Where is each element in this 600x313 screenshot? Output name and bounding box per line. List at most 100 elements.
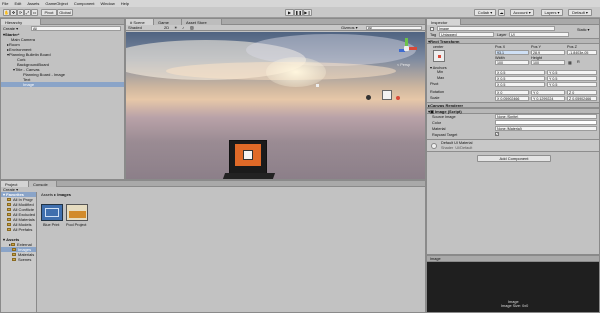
height-field[interactable]: 100: [531, 60, 565, 65]
layout-dropdown[interactable]: Default ▾: [568, 9, 592, 16]
menu-help[interactable]: Help: [121, 1, 129, 6]
layer-label: Layer: [497, 33, 507, 37]
material-sphere-icon: [431, 143, 437, 149]
step-button[interactable]: ▶❙: [303, 9, 312, 16]
object-name-input[interactable]: Image: [437, 26, 555, 31]
folder-icon: [12, 258, 16, 261]
light-gizmo-icon[interactable]: [382, 90, 392, 100]
scene-search-input[interactable]: All: [366, 25, 422, 30]
material-label: Material: [432, 127, 446, 131]
favorite-item[interactable]: All Prefabs: [7, 227, 32, 232]
tag-dropdown[interactable]: Untagged: [439, 32, 494, 37]
pivot-x[interactable]: X 0.5: [495, 82, 545, 87]
anchor-min-x[interactable]: X 0.5: [495, 70, 545, 75]
tab-console[interactable]: Console: [29, 181, 57, 187]
cloud-icon[interactable]: ☁: [498, 9, 505, 16]
rotation-y[interactable]: Y 0: [531, 90, 565, 95]
asset-thumbnail-blueprint[interactable]: [41, 204, 63, 221]
scene-panel: # Scene Game Asset Store Shaded 2D ☀ ♪ ▨…: [125, 18, 426, 180]
handle-dot: [316, 84, 319, 87]
anchor-max-y[interactable]: Y 0.5: [547, 76, 597, 81]
lighting-toggle-icon[interactable]: ☀: [174, 25, 178, 30]
scale-tool-icon[interactable]: ⤢: [24, 9, 31, 16]
project-tree: ▾ Favorites All In Progr All Modified Al…: [1, 192, 37, 312]
audio-toggle-icon[interactable]: ♪: [182, 25, 184, 30]
pos-z-field[interactable]: -1.8403e-05: [567, 50, 597, 55]
hierarchy-panel: Hierarchy Create ▾ All ▾ Starter* Main C…: [0, 18, 125, 180]
play-button[interactable]: ▶: [285, 9, 294, 16]
menu-assets[interactable]: Assets: [27, 1, 39, 6]
pivot-toggle-button[interactable]: Pivot: [41, 9, 57, 16]
shading-mode-dropdown[interactable]: Shaded: [128, 25, 142, 30]
menu-window[interactable]: Window: [101, 1, 115, 6]
scale-z[interactable]: Z 0.05902466: [567, 96, 597, 101]
rotate-tool-icon[interactable]: ⟳: [17, 9, 24, 16]
rotation-x[interactable]: X 0: [495, 90, 529, 95]
menu-bar: File Edit Assets GameObject Component Wi…: [0, 0, 600, 7]
effects-toggle-icon[interactable]: ▨: [190, 25, 194, 30]
pos-x-field[interactable]: 93.1: [495, 50, 529, 55]
global-toggle-button[interactable]: Global: [57, 9, 73, 16]
raw-edit-button[interactable]: R: [577, 60, 580, 64]
hierarchy-create-button[interactable]: Create ▾: [3, 26, 18, 31]
material-field[interactable]: None (Material): [495, 126, 597, 131]
scale-x[interactable]: X 0.05902466: [495, 96, 529, 101]
tab-inspector[interactable]: Inspector: [427, 19, 461, 25]
hierarchy-item-planning-board[interactable]: ▾ Planning Bulletin Board: [7, 52, 51, 57]
pos-y-field[interactable]: 28.9: [531, 50, 565, 55]
anchor-presets-icon[interactable]: [433, 50, 445, 62]
search-folder-icon: [7, 218, 11, 221]
laptop-screen[interactable]: [229, 140, 267, 174]
account-dropdown[interactable]: Account ▾: [510, 9, 534, 16]
asset-label-pool-project[interactable]: Pool Project: [66, 223, 86, 227]
menu-edit[interactable]: Edit: [14, 1, 21, 6]
collab-button[interactable]: Collab ▾: [474, 9, 496, 16]
color-swatch[interactable]: [495, 120, 597, 125]
menu-gameobject[interactable]: GameObject: [45, 1, 67, 6]
shader-label: Shader UI/Default: [441, 146, 473, 150]
width-field[interactable]: 100: [495, 60, 529, 65]
default-material-label[interactable]: Default UI Material: [441, 141, 472, 145]
2d-toggle[interactable]: 2D: [164, 25, 169, 30]
pos-z-label: Pos Z: [567, 45, 577, 49]
tab-hierarchy[interactable]: Hierarchy: [1, 19, 41, 25]
add-component-button[interactable]: Add Component: [477, 155, 551, 162]
main-toolbar: ✋ ✥ ⟳ ⤢ ▭ Pivot Global ▶ ❚❚ ▶❙ Collab ▾ …: [0, 7, 600, 18]
folder-icon: [12, 248, 16, 251]
x-axis-handle[interactable]: [408, 47, 417, 50]
persp-label[interactable]: < Persp: [397, 63, 410, 67]
hierarchy-item-image[interactable]: Image: [1, 82, 124, 87]
hand-tool-icon[interactable]: ✋: [3, 9, 10, 16]
min-label: Min: [437, 70, 444, 74]
breadcrumb-assets[interactable]: Assets: [41, 192, 53, 197]
breadcrumb-images[interactable]: Images: [57, 192, 71, 197]
asset-label-blueprint[interactable]: Blue Print: [43, 223, 59, 227]
orientation-gizmo[interactable]: [396, 38, 418, 60]
anchor-dot: [438, 55, 441, 58]
raycast-target-checkbox[interactable]: ✓: [495, 132, 499, 136]
hierarchy-search-input[interactable]: All: [31, 26, 121, 31]
layers-dropdown[interactable]: Layers ▾: [541, 9, 563, 16]
anchor-max-x[interactable]: X 0.5: [495, 76, 545, 81]
pause-button[interactable]: ❚❚: [294, 9, 303, 16]
move-tool-icon[interactable]: ✥: [10, 9, 17, 16]
source-image-field[interactable]: None (Sprite): [495, 114, 597, 119]
y-axis-handle[interactable]: [405, 38, 408, 46]
asset-thumbnail-pool-project[interactable]: [66, 204, 88, 221]
layer-dropdown[interactable]: UI: [509, 32, 569, 37]
blueprint-mode-button[interactable]: ▦: [568, 60, 572, 65]
pivot-y[interactable]: Y 0.5: [547, 82, 597, 87]
rect-transform-header[interactable]: ▾ Rect Transform: [427, 38, 599, 44]
assets-folder-scenes[interactable]: Scenes: [12, 257, 31, 262]
rect-tool-icon[interactable]: ▭: [31, 9, 38, 16]
rotation-z[interactable]: Z 0: [567, 90, 597, 95]
static-dropdown[interactable]: Static ▾: [577, 27, 589, 32]
menu-file[interactable]: File: [2, 1, 8, 6]
gizmos-dropdown[interactable]: Gizmos ▾: [341, 25, 358, 30]
scale-y[interactable]: Y 0.1299224: [531, 96, 565, 101]
gizmo-center[interactable]: [404, 46, 409, 51]
active-checkbox[interactable]: [430, 27, 434, 31]
anchor-min-y[interactable]: Y 0.5: [547, 70, 597, 75]
menu-component[interactable]: Component: [74, 1, 95, 6]
scene-viewport[interactable]: < Persp: [126, 32, 425, 179]
